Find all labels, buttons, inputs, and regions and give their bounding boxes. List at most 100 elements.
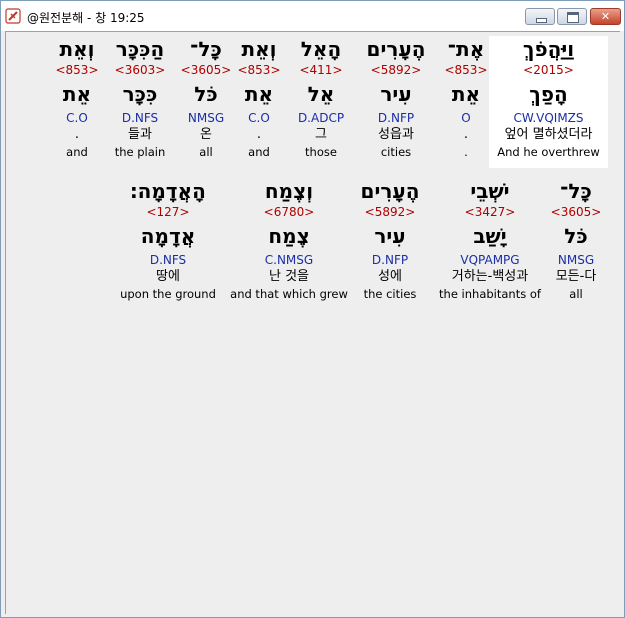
word-cell[interactable]: הֶעָרִים <5892> עִיר D.NFP 성읍과 cities [359,36,433,160]
parsing-code: D.ADCP [297,111,345,125]
english-gloss: the inhabitants of [439,287,541,301]
english-gloss: those [305,145,337,159]
korean-gloss: 난 것을 [268,269,309,284]
hebrew-word: וְאֵת [241,37,277,61]
strong-number: <3603> [114,63,166,77]
english-gloss: and [248,145,270,159]
hebrew-lemma: כֹּל [564,224,588,248]
korean-gloss: 땅에 [156,269,180,284]
interlinear-panel[interactable]: וַיַּהֲפֹךְ <2015> הָפַךְ CW.VQIMZS 엎어 멸하셨더라… [5,31,620,614]
parsing-code: NMSG [557,253,595,267]
hebrew-word: וְצֶמַח [264,179,314,203]
word-cell[interactable]: יֹשְׁבֵי <3427> יָשַׁב VQPAMPG 거하는-백성과 the in… [432,178,548,302]
parsing-code: O [461,111,471,125]
hebrew-word: יֹשְׁבֵי [470,179,510,203]
hebrew-word: הָאֲדָמָה׃ [130,179,206,203]
english-gloss: And he overthrew [497,145,600,159]
hebrew-lemma: עִיר [374,224,406,248]
word-cell[interactable]: אֶת־ <853> אֵת O.. [436,36,496,160]
korean-gloss: 거하는-백성과 [451,269,529,284]
parsing-code: VQPAMPG [460,253,520,267]
bible-cross-icon [5,8,21,24]
korean-gloss: 그 [315,127,327,142]
strong-number: <3605> [550,205,602,219]
korean-gloss: 성읍과 [378,127,414,142]
window-title: @원전분해 - 창 19:25 [27,11,145,25]
hebrew-lemma: הָפַךְ [529,82,568,106]
word-cell[interactable]: כָּל־ <3605> כֹּל NMSG 온 all [180,36,232,160]
hebrew-word: וַיַּהֲפֹךְ [522,37,575,61]
english-gloss: and [66,145,88,159]
hebrew-lemma: יָשַׁב [473,224,507,248]
korean-gloss: 온 [200,127,212,142]
hebrew-lemma: אֲדָמָה [140,224,196,248]
hebrew-lemma: אֵת [244,82,274,106]
title-bar[interactable]: @원전분해 - 창 19:25 ✕ [1,1,624,31]
word-cell[interactable]: וְאֵת <853> אֵת C.O. and [51,36,103,160]
parsing-code: C.O [248,111,270,125]
close-button[interactable]: ✕ [590,8,621,25]
app-window: @원전분해 - 창 19:25 ✕ וַיַּהֲפֹךְ <2015> הָפַך… [0,0,625,618]
hebrew-lemma: אֵת [451,82,481,106]
strong-number: <3427> [464,205,516,219]
maximize-button[interactable] [557,8,587,25]
word-cell[interactable]: הַכִּכָּר <3603> כִּכָּר D.NFS 들과 the plain [105,36,175,160]
english-gloss: and that which grew [230,287,348,301]
strong-number: <127> [146,205,190,219]
strong-number: <853> [55,63,99,77]
strong-number: <853> [444,63,488,77]
english-gloss: cities [380,145,412,159]
hebrew-lemma: עִיר [380,82,412,106]
korean-gloss: . [256,127,262,142]
hebrew-word: הֶעָרִים [360,179,420,203]
hebrew-lemma: כֹּל [194,82,218,106]
korean-gloss: 들과 [128,127,152,142]
hebrew-lemma: אֵת [62,82,92,106]
korean-gloss: . [74,127,80,142]
hebrew-word: כָּל־ [190,37,222,61]
strong-number: <5892> [364,205,416,219]
hebrew-word: וְאֵת [59,37,95,61]
word-cell[interactable]: הָאֵל <411> אֵל D.ADCP 그 those [288,36,354,160]
strong-number: <5892> [370,63,422,77]
english-gloss: all [569,287,583,301]
hebrew-word: הַכִּכָּר [115,37,165,61]
korean-gloss: 성에 [378,269,402,284]
parsing-code: D.NFS [149,253,187,267]
parsing-code: D.NFP [377,111,415,125]
word-cell[interactable]: וַיַּהֲפֹךְ <2015> הָפַךְ CW.VQIMZS 엎어 멸하셨더라… [489,36,608,168]
strong-number: <853> [237,63,281,77]
parsing-code: C.NMSG [264,253,314,267]
strong-number: <6780> [263,205,315,219]
parsing-code: C.O [66,111,88,125]
word-cell[interactable]: הֶעָרִים <5892> עִיר D.NFP 성에 the cities [352,178,428,302]
english-gloss: upon the ground [120,287,216,301]
hebrew-word: הֶעָרִים [366,37,426,61]
hebrew-lemma: צֶמַח [268,224,310,248]
parsing-code: NMSG [187,111,225,125]
word-cell[interactable]: וְאֵת <853> אֵת C.O. and [233,36,285,160]
parsing-code: CW.VQIMZS [513,111,584,125]
maximize-icon [567,12,579,23]
korean-gloss: 모든-다 [555,269,597,284]
hebrew-lemma: כִּכָּר [122,82,158,106]
strong-number: <2015> [523,63,574,77]
hebrew-word: כָּל־ [560,179,592,203]
korean-gloss: . [463,127,469,142]
minimize-button[interactable] [525,8,555,25]
hebrew-word: הָאֵל [300,37,342,61]
english-gloss: the cities [363,287,417,301]
english-gloss: all [199,145,213,159]
korean-gloss: 엎어 멸하셨더라 [504,127,593,142]
word-cell[interactable]: הָאֲדָמָה׃ <127> אֲדָמָה D.NFS 땅에 upon the gr… [118,178,218,302]
english-gloss: the plain [114,145,166,159]
minimize-icon [536,18,547,23]
parsing-code: D.NFS [121,111,159,125]
hebrew-lemma: אֵל [307,82,335,106]
word-cell[interactable]: כָּל־ <3605> כֹּל NMSG 모든-다 all [538,178,614,302]
word-cell[interactable]: וְצֶמַח <6780> צֶמַח C.NMSG 난 것을 and that whi… [224,178,354,302]
strong-number: <411> [299,63,343,77]
english-gloss: . [464,145,468,159]
parsing-code: D.NFP [371,253,409,267]
hebrew-word: אֶת־ [447,37,485,61]
